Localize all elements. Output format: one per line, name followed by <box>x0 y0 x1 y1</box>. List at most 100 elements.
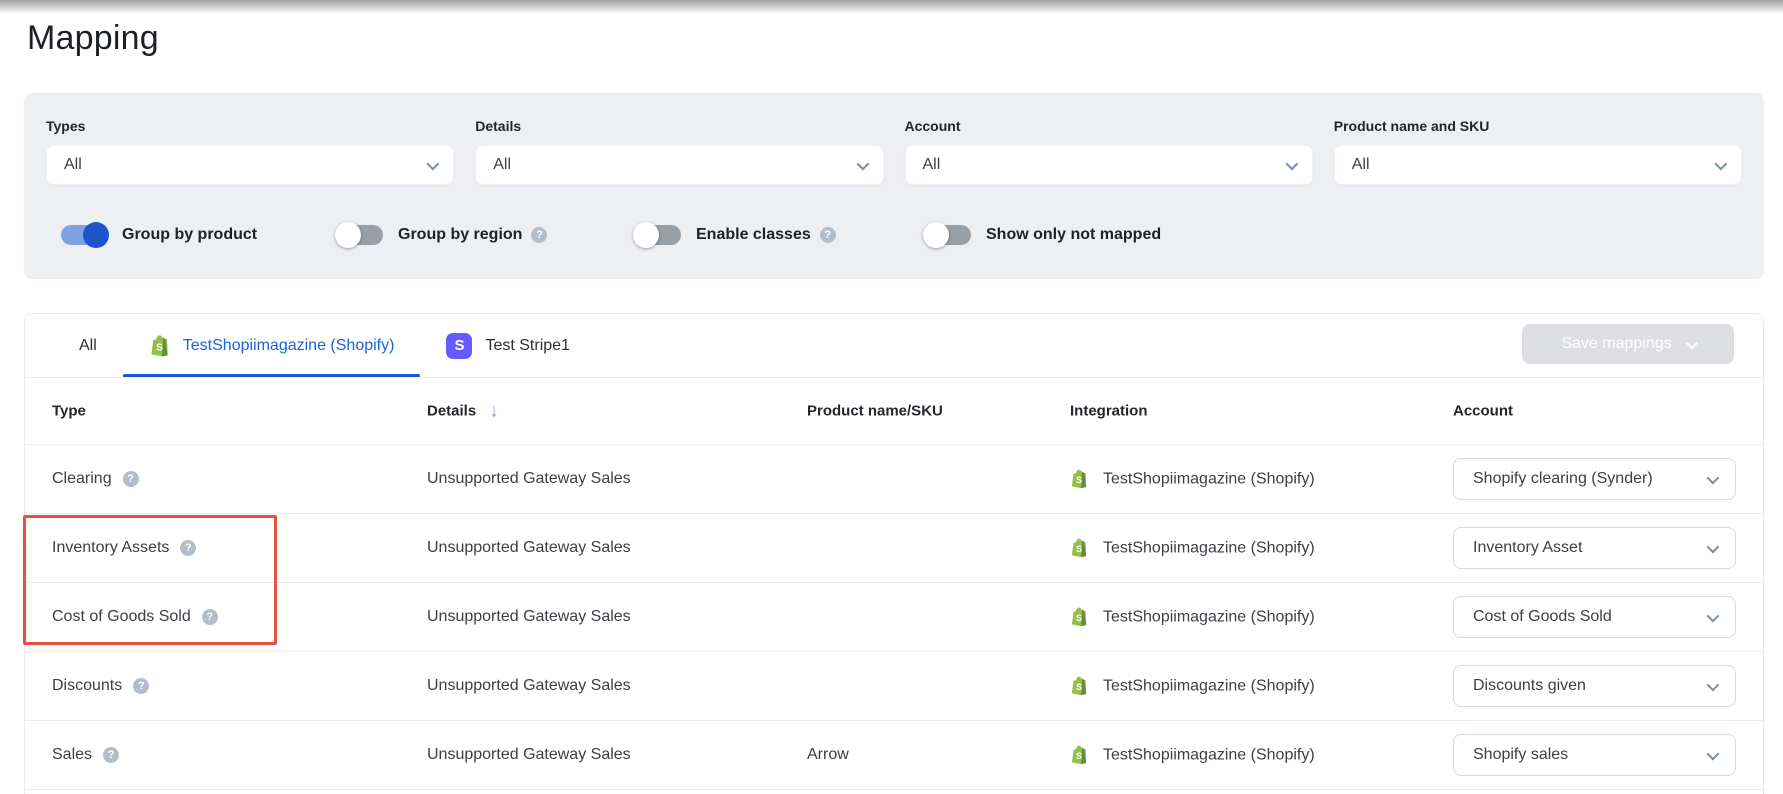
details-cell: Unsupported Gateway Sales <box>427 746 631 763</box>
toggle-knob <box>83 222 109 248</box>
account-mapping-select[interactable]: Inventory Asset <box>1453 527 1736 569</box>
svg-text:S: S <box>1076 475 1082 485</box>
type-label: Discounts <box>52 677 123 694</box>
enable-classes-toggle[interactable] <box>633 222 681 248</box>
show-only-not-mapped-toggle[interactable] <box>923 222 971 248</box>
integration-label: TestShopiimagazine (Shopify) <box>1103 470 1315 487</box>
col-header-integration: Integration <box>1070 402 1148 420</box>
chevron-down-icon <box>1685 336 1698 349</box>
integration-label: TestShopiimagazine (Shopify) <box>1103 746 1315 763</box>
svg-text:S: S <box>1076 544 1082 554</box>
help-icon[interactable] <box>133 678 150 694</box>
toggle-knob <box>633 222 659 248</box>
save-mappings-label: Save mappings <box>1561 335 1672 352</box>
account-cell: Cost of Goods Sold <box>1453 596 1736 638</box>
col-header-product-sku: Product name/SKU <box>807 402 943 420</box>
help-icon[interactable] <box>122 471 139 487</box>
product-cell: Arrow <box>807 746 849 763</box>
table-body: Clearing Unsupported Gateway Sales S Tes… <box>25 445 1763 790</box>
filter-field-types: Types All <box>46 118 455 185</box>
account-select-value: All <box>922 156 941 173</box>
top-shadow <box>0 0 1783 14</box>
filter-field-product-sku: Product name and SKU All <box>1333 118 1742 185</box>
integration-label: TestShopiimagazine (Shopify) <box>1103 608 1315 625</box>
integration-label: TestShopiimagazine (Shopify) <box>1103 539 1315 556</box>
details-cell: Unsupported Gateway Sales <box>427 677 631 694</box>
shopify-icon: S <box>1070 745 1088 766</box>
enable-classes-label: Enable classes <box>696 226 811 243</box>
svg-text:S: S <box>1076 613 1082 623</box>
chevron-down-icon <box>1714 157 1728 170</box>
show-only-not-mapped-label: Show only not mapped <box>986 226 1162 243</box>
details-cell: Unsupported Gateway Sales <box>427 608 631 625</box>
chevron-down-icon <box>1706 540 1720 553</box>
col-header-account: Account <box>1453 402 1513 420</box>
account-cell: Discounts given <box>1453 665 1736 707</box>
filter-fields: Types All Details All Account All Produc… <box>46 118 1742 185</box>
col-header-details[interactable]: Details ↓ <box>427 402 499 421</box>
details-cell: Unsupported Gateway Sales <box>427 470 631 487</box>
account-mapping-select[interactable]: Shopify sales <box>1453 734 1736 776</box>
details-cell: Unsupported Gateway Sales <box>427 539 631 556</box>
stripe-icon: S <box>446 332 473 359</box>
integration-tabs: All S TestShopiimagazine (Shopify) S Tes… <box>25 314 1763 378</box>
toggle-group-by-product: Group by product <box>61 222 257 248</box>
tab-testshopiimagazine[interactable]: S TestShopiimagazine (Shopify) <box>122 314 421 377</box>
filter-field-account: Account All <box>904 118 1313 185</box>
type-cell: Sales <box>52 746 120 764</box>
tab-test-stripe1[interactable]: S Test Stripe1 <box>420 314 595 377</box>
chevron-down-icon <box>1285 157 1299 170</box>
toggle-row: Group by product Group by region Enable … <box>24 222 1764 248</box>
account-mapping-select[interactable]: Discounts given <box>1453 665 1736 707</box>
account-cell: Inventory Asset <box>1453 527 1736 569</box>
account-mapping-select[interactable]: Shopify clearing (Synder) <box>1453 458 1736 500</box>
toggle-enable-classes: Enable classes <box>633 222 836 248</box>
tab-stripe-label: Test Stripe1 <box>485 336 570 354</box>
page-title: Mapping <box>27 19 159 57</box>
types-select-value: All <box>64 156 82 173</box>
save-mappings-button[interactable]: Save mappings <box>1522 324 1734 364</box>
account-mapping-value: Discounts given <box>1473 677 1586 694</box>
chevron-down-icon <box>1706 609 1720 622</box>
integration-cell: S TestShopiimagazine (Shopify) <box>1070 538 1315 559</box>
types-label: Types <box>46 118 86 134</box>
toggle-knob <box>923 222 949 248</box>
type-label: Cost of Goods Sold <box>52 608 191 625</box>
chevron-down-icon <box>1706 747 1720 760</box>
group-by-product-toggle[interactable] <box>61 222 109 248</box>
help-icon[interactable] <box>103 747 120 763</box>
account-mapping-value: Shopify clearing (Synder) <box>1473 470 1653 487</box>
col-header-type: Type <box>52 402 86 420</box>
account-mapping-value: Inventory Asset <box>1473 539 1583 556</box>
help-icon[interactable] <box>531 227 548 243</box>
help-icon[interactable] <box>180 540 197 556</box>
integration-cell: S TestShopiimagazine (Shopify) <box>1070 469 1315 490</box>
shopify-icon: S <box>1070 607 1088 628</box>
product-sku-select[interactable]: All <box>1333 145 1742 185</box>
account-cell: Shopify clearing (Synder) <box>1453 458 1736 500</box>
help-icon[interactable] <box>201 609 218 625</box>
tab-shopify-label: TestShopiimagazine (Shopify) <box>182 336 395 354</box>
shopify-icon: S <box>1070 469 1088 490</box>
table-row-cost-of-goods-sold: Cost of Goods Sold Unsupported Gateway S… <box>25 583 1763 652</box>
filter-field-details: Details All <box>475 118 884 185</box>
group-by-region-label: Group by region <box>398 226 523 243</box>
type-cell: Clearing <box>52 470 139 488</box>
group-by-region-toggle[interactable] <box>335 222 383 248</box>
account-mapping-select[interactable]: Cost of Goods Sold <box>1453 596 1736 638</box>
chevron-down-icon <box>856 157 869 170</box>
details-select[interactable]: All <box>475 145 884 185</box>
help-icon[interactable] <box>819 227 836 243</box>
chevron-down-icon <box>426 157 440 170</box>
sort-desc-icon[interactable]: ↓ <box>489 402 499 421</box>
types-select[interactable]: All <box>46 145 455 185</box>
group-by-product-label: Group by product <box>122 226 258 243</box>
shopify-icon: S <box>1070 676 1088 697</box>
svg-text:S: S <box>156 342 163 353</box>
account-select[interactable]: All <box>904 145 1313 185</box>
integration-cell: S TestShopiimagazine (Shopify) <box>1070 607 1315 628</box>
tab-all[interactable]: All <box>53 314 123 377</box>
shopify-icon: S <box>149 334 170 358</box>
type-cell: Inventory Assets <box>52 539 197 557</box>
account-mapping-value: Shopify sales <box>1473 746 1569 763</box>
